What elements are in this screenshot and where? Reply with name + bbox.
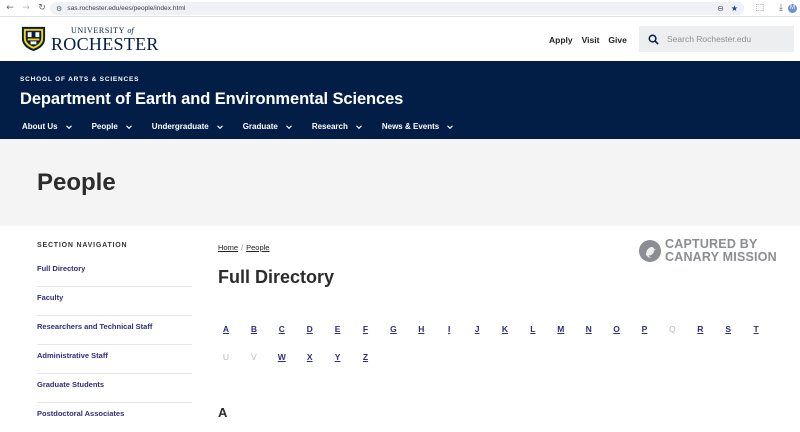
shield-icon <box>21 26 46 52</box>
breadcrumb-home[interactable]: Home <box>218 243 238 252</box>
letter-u-disabled: U <box>222 352 230 362</box>
department-title[interactable]: Department of Earth and Environmental Sc… <box>20 90 403 109</box>
forward-icon[interactable]: → <box>20 2 32 14</box>
letter-g-link[interactable]: G <box>387 324 399 334</box>
chevron-down-icon <box>285 124 292 129</box>
extensions-icon[interactable]: ⬚ <box>755 3 764 13</box>
sidebar-item-full-directory[interactable]: Full Directory <box>37 258 192 287</box>
site-search[interactable] <box>639 26 794 52</box>
nav-graduate[interactable]: Graduate <box>243 122 292 131</box>
letter-q-disabled: Q <box>669 324 676 334</box>
letter-e-link[interactable]: E <box>332 324 344 334</box>
department-nav: About Us People Undergraduate Graduate R… <box>22 122 473 131</box>
nav-label: About Us <box>22 122 58 131</box>
address-bar[interactable]: ⚙ sas.rochester.edu/ees/people/index.htm… <box>50 2 744 15</box>
letter-h-link[interactable]: H <box>415 324 427 334</box>
letter-d-link[interactable]: D <box>304 324 316 334</box>
chevron-down-icon <box>125 124 132 129</box>
breadcrumb-people[interactable]: People <box>246 243 269 252</box>
letter-y-link[interactable]: Y <box>332 352 344 362</box>
sidebar-item-graduate-students[interactable]: Graduate Students <box>37 374 192 403</box>
breadcrumb: Home / People <box>218 243 269 252</box>
sidebar-item-postdocs[interactable]: Postdoctoral Associates <box>37 403 192 432</box>
nav-label: News & Events <box>381 122 440 131</box>
letter-p-link[interactable]: P <box>639 324 651 334</box>
letter-c-link[interactable]: C <box>276 324 288 334</box>
nav-about-us[interactable]: About Us <box>22 122 72 131</box>
chevron-down-icon <box>65 124 72 129</box>
letter-i-link[interactable]: I <box>443 324 455 334</box>
letter-l-link[interactable]: L <box>527 324 539 334</box>
letter-o-link[interactable]: O <box>611 324 623 334</box>
breadcrumb-separator: / <box>241 243 244 252</box>
section-heading: A <box>218 405 228 420</box>
utility-links: Apply Visit Give <box>549 35 627 45</box>
nav-research[interactable]: Research <box>312 122 362 131</box>
sidebar-item-faculty[interactable]: Faculty <box>37 287 192 316</box>
content-title: Full Directory <box>218 267 335 287</box>
sidebar-item-administrative-staff[interactable]: Administrative Staff <box>37 345 192 374</box>
letter-x-link[interactable]: X <box>304 352 316 362</box>
section-nav-heading: SECTION NAVIGATION <box>37 242 128 249</box>
bird-icon <box>639 240 661 262</box>
letter-k-link[interactable]: K <box>499 324 511 334</box>
letter-f-link[interactable]: F <box>360 324 372 334</box>
university-logo[interactable]: UNIVERSITY of ROCHESTER <box>20 25 159 53</box>
page-title: People <box>37 169 116 196</box>
department-banner: SCHOOL OF ARTS & SCIENCES Department of … <box>0 61 800 139</box>
bookmark-star-icon[interactable]: ★ <box>731 4 738 13</box>
letter-a-link[interactable]: A <box>220 324 232 334</box>
letter-w-link[interactable]: W <box>276 352 288 362</box>
search-icon[interactable] <box>648 34 659 45</box>
search-input[interactable] <box>667 34 787 44</box>
reload-icon[interactable]: ↻ <box>36 2 48 14</box>
section-navigation: SECTION NAVIGATION Full Directory Facult… <box>37 242 192 432</box>
watermark-line-2: CANARY MISSION <box>665 250 777 264</box>
letter-n-link[interactable]: N <box>583 324 595 334</box>
chevron-down-icon <box>447 124 454 129</box>
letter-j-link[interactable]: J <box>471 324 483 334</box>
chevron-down-icon <box>216 124 223 129</box>
nav-label: Undergraduate <box>151 122 209 131</box>
browser-toolbar: ← → ↻ ⚙ sas.rochester.edu/ees/people/ind… <box>0 0 800 17</box>
nav-people[interactable]: People <box>92 122 132 131</box>
zoom-icon[interactable]: ⊖ <box>717 4 724 13</box>
back-icon[interactable]: ← <box>4 2 16 14</box>
give-link[interactable]: Give <box>608 35 626 45</box>
chevron-down-icon <box>355 124 362 129</box>
sidebar-item-researchers[interactable]: Researchers and Technical Staff <box>37 316 192 345</box>
download-icon[interactable]: ⤓ <box>779 3 783 13</box>
nav-news-events[interactable]: News & Events <box>381 122 454 131</box>
url-text[interactable]: sas.rochester.edu/ees/people/index.html <box>67 5 185 12</box>
wordmark: UNIVERSITY of ROCHESTER <box>51 26 159 53</box>
site-info-icon[interactable]: ⚙ <box>56 5 62 13</box>
letter-v-disabled: V <box>251 352 257 362</box>
letter-m-link[interactable]: M <box>555 324 567 334</box>
nav-undergraduate[interactable]: Undergraduate <box>152 122 223 131</box>
profile-avatar[interactable]: M <box>788 4 797 13</box>
apply-link[interactable]: Apply <box>549 35 573 45</box>
letter-s-link[interactable]: S <box>722 324 734 334</box>
letter-z-link[interactable]: Z <box>360 352 372 362</box>
school-name[interactable]: SCHOOL OF ARTS & SCIENCES <box>20 76 139 83</box>
letter-b-link[interactable]: B <box>248 324 260 334</box>
canary-mission-watermark: CAPTURED BY CANARY MISSION <box>639 238 777 264</box>
visit-link[interactable]: Visit <box>582 35 600 45</box>
nav-label: Research <box>311 122 348 131</box>
page-title-band: People <box>0 139 800 226</box>
wordmark-main: ROCHESTER <box>51 34 159 54</box>
nav-label: Graduate <box>242 122 278 131</box>
nav-label: People <box>91 122 118 131</box>
letter-t-link[interactable]: T <box>750 324 762 334</box>
letter-r-link[interactable]: R <box>694 324 706 334</box>
